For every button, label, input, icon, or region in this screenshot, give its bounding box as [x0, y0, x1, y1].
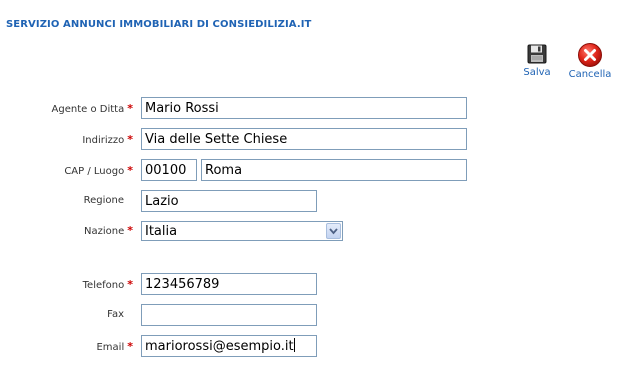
agent-row: Agente o Ditta * Mario Rossi [0, 97, 621, 119]
save-button[interactable]: Salva [521, 42, 553, 78]
agent-input[interactable]: Mario Rossi [141, 97, 467, 119]
address-input[interactable]: Via delle Sette Chiese [141, 128, 467, 150]
phone-label: Telefono * [82, 278, 133, 291]
country-selected-value: Italia [145, 224, 178, 239]
email-row: Email * mariorossi@esempio.it [0, 335, 621, 357]
phone-row: Telefono * 123456789 [0, 273, 621, 295]
required-marker: * [127, 102, 133, 115]
email-value: mariorossi@esempio.it [145, 339, 294, 354]
cancel-label: Cancella [568, 69, 612, 80]
region-label: Regione [83, 195, 124, 206]
email-input[interactable]: mariorossi@esempio.it [141, 335, 317, 357]
save-label: Salva [523, 67, 551, 78]
page-title: SERVIZIO ANNUNCI IMMOBILIARI DI CONSIEDI… [6, 19, 312, 30]
required-marker: * [127, 278, 133, 291]
required-marker: * [127, 340, 133, 353]
fax-label: Fax [107, 309, 124, 320]
required-marker: * [127, 133, 133, 146]
red-x-circle-icon [578, 43, 602, 67]
cancel-button[interactable]: Cancella [566, 42, 614, 80]
country-select[interactable]: Italia [141, 221, 343, 241]
cap-place-row: CAP / Luogo * 00100 Roma [0, 159, 621, 181]
text-cursor [293, 338, 295, 352]
cap-place-label: CAP / Luogo * [64, 164, 133, 177]
email-label: Email * [96, 340, 133, 353]
address-label: Indirizzo * [82, 133, 133, 146]
region-row: Regione Lazio [0, 190, 621, 212]
country-row: Nazione * Italia [0, 221, 621, 243]
fax-row: Fax [0, 304, 621, 326]
floppy-disk-icon [527, 44, 547, 64]
chevron-down-icon[interactable] [326, 223, 341, 239]
required-marker: * [127, 164, 133, 177]
place-input[interactable]: Roma [201, 159, 467, 181]
phone-input[interactable]: 123456789 [141, 273, 317, 295]
required-marker: * [127, 224, 133, 237]
country-label: Nazione * [83, 224, 133, 237]
agent-label: Agente o Ditta * [51, 102, 133, 115]
address-row: Indirizzo * Via delle Sette Chiese [0, 128, 621, 150]
fax-input[interactable] [141, 304, 317, 326]
region-input[interactable]: Lazio [141, 190, 317, 212]
cap-input[interactable]: 00100 [141, 159, 197, 181]
